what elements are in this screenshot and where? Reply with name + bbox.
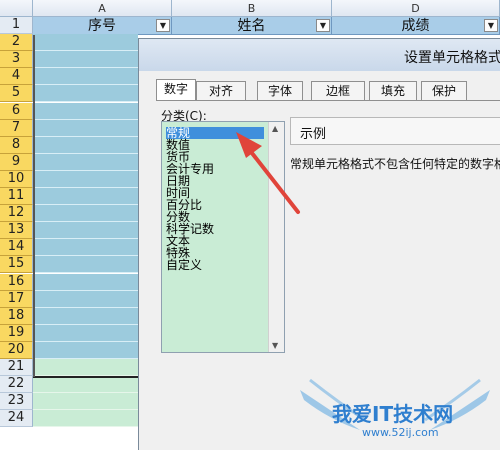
watermark-text: 我爱IT技术网 [332, 402, 454, 426]
watermark: 我爱IT技术网 www.52ij.com [290, 370, 500, 450]
watermark-url: www.52ij.com [362, 426, 439, 439]
